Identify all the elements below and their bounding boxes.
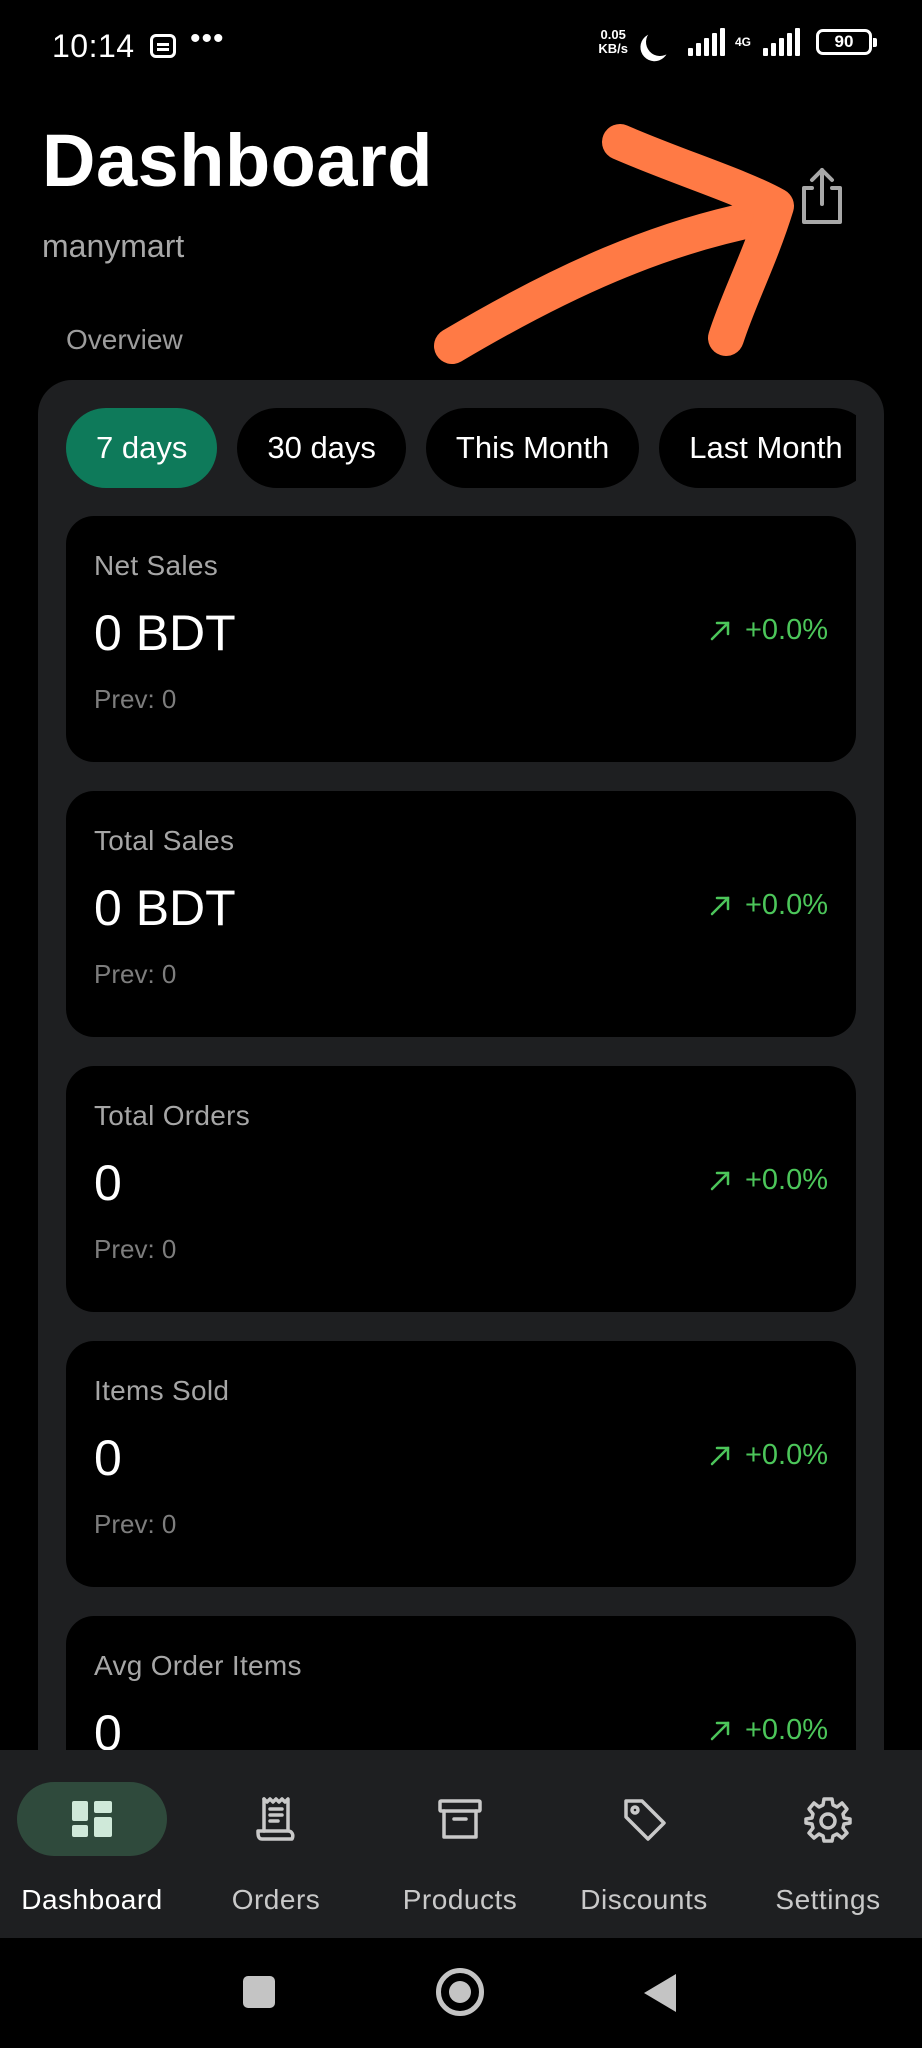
range-chip-7-days[interactable]: 7 days [66, 408, 218, 488]
more-notifications-icon: ••• [190, 22, 225, 55]
metric-prev: Prev: 0 [94, 1234, 177, 1264]
store-name: manymart [42, 228, 185, 264]
recents-button[interactable] [243, 1976, 275, 2008]
metric-prev: Prev: 0 [94, 1509, 177, 1539]
trending-up-icon [710, 1721, 730, 1740]
signal-icon-secondary [763, 28, 800, 56]
nav-active-indicator [17, 1782, 167, 1856]
date-range-chips: 7 days 30 days This Month Last Month [66, 408, 856, 490]
do-not-disturb-icon [642, 24, 678, 60]
network-type: 4G [734, 35, 751, 49]
bottom-navigation: Dashboard Orders Products Discounts Sett… [0, 1750, 922, 1938]
metric-label: Total Sales [94, 825, 235, 856]
metric-prev: Prev: 0 [94, 959, 177, 989]
home-button[interactable] [436, 1968, 484, 2016]
metric-change: +0.0% [709, 1714, 828, 1747]
metric-value: 0 [94, 1430, 122, 1486]
metric-change: +0.0% [709, 614, 828, 647]
metric-change-value: +0.0% [744, 1439, 828, 1471]
metric-label: Items Sold [94, 1375, 230, 1406]
trending-up-icon [710, 1171, 730, 1190]
network-speed-value: 0.05 [600, 27, 626, 42]
overview-panel: 7 days 30 days This Month Last Month Net… [38, 380, 884, 1880]
status-bar: 10:14 ••• 0.05 KB/s 4G 90 [0, 0, 922, 92]
metric-card-total-orders: Total Orders 0 Prev: 0 +0.0% [66, 1066, 856, 1312]
tag-icon [624, 1799, 666, 1841]
network-speed-unit: KB/s [598, 41, 628, 56]
nav-label: Dashboard [21, 1884, 163, 1915]
metric-change: +0.0% [709, 1439, 828, 1472]
trending-up-icon [710, 621, 730, 640]
metric-label: Net Sales [94, 550, 219, 581]
message-notification-icon [150, 34, 176, 58]
share-icon [802, 168, 842, 224]
range-chip-this-month[interactable]: This Month [425, 408, 640, 488]
overview-label: Overview [66, 324, 183, 355]
range-chip-30-days[interactable]: 30 days [237, 408, 406, 488]
share-button[interactable] [796, 166, 848, 226]
nav-item-settings[interactable]: Settings [736, 1750, 920, 1938]
metric-change: +0.0% [709, 1164, 828, 1197]
metric-card-items-sold: Items Sold 0 Prev: 0 +0.0% [66, 1341, 856, 1587]
nav-item-dashboard[interactable]: Dashboard [0, 1750, 184, 1938]
metric-prev: Prev: 0 [94, 684, 177, 714]
status-indicators: 0.05 KB/s 4G 90 [598, 28, 877, 56]
signal-icon [687, 28, 725, 56]
metric-change-value: +0.0% [744, 1164, 828, 1196]
metric-value: 0 [94, 1155, 122, 1211]
metric-card-net-sales: Net Sales 0 BDT Prev: 0 +0.0% [66, 516, 856, 762]
metric-card-total-sales: Total Sales 0 BDT Prev: 0 +0.0% [66, 791, 856, 1037]
metric-value: 0 BDT [94, 880, 236, 936]
gear-icon [804, 1797, 852, 1843]
metric-change-value: +0.0% [744, 889, 828, 921]
metric-change: +0.0% [709, 889, 828, 922]
metric-value: 0 BDT [94, 605, 236, 661]
range-chip-last-month[interactable]: Last Month [659, 408, 856, 488]
status-time: 10:14 [52, 28, 135, 64]
network-speed: 0.05 KB/s [598, 28, 628, 56]
metric-label: Total Orders [94, 1100, 251, 1131]
receipt-icon [256, 1797, 295, 1841]
nav-label: Settings [775, 1884, 881, 1915]
nav-item-discounts[interactable]: Discounts [552, 1750, 736, 1938]
metric-label: Avg Order Items [94, 1650, 302, 1681]
dashboard-icon [72, 1801, 112, 1837]
back-button[interactable] [644, 1974, 676, 2012]
archive-box-icon [438, 1799, 482, 1839]
metric-change-value: +0.0% [744, 614, 828, 646]
nav-label: Products [402, 1884, 518, 1915]
nav-item-products[interactable]: Products [368, 1750, 552, 1938]
metric-change-value: +0.0% [744, 1714, 828, 1746]
battery-icon: 90 [816, 29, 877, 55]
page-title: Dashboard [42, 119, 434, 202]
nav-label: Orders [231, 1884, 321, 1915]
nav-label: Discounts [580, 1884, 708, 1915]
trending-up-icon [710, 1446, 730, 1465]
trending-up-icon [710, 896, 730, 915]
nav-item-orders[interactable]: Orders [184, 1750, 368, 1938]
